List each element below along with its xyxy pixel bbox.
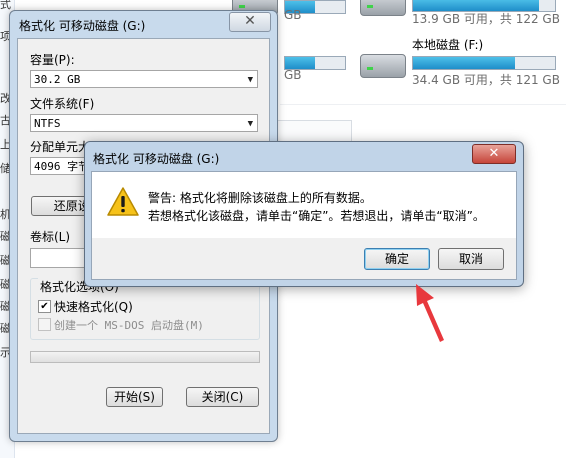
drive-space-info: GB [284,8,302,22]
divider [280,104,566,105]
nav-fragment[interactable]: 式 [0,0,11,12]
msdos-label: 创建一个 MS-DOS 启动盘(M) [54,319,204,332]
drive-space-info: 34.4 GB 可用，共 121 GB [412,73,560,87]
drive-name: 本地磁盘 (F:) [412,38,484,52]
chevron-down-icon: ▼ [247,75,253,85]
filesystem-value: NTFS [34,117,61,130]
close-button[interactable]: 关闭(C) [186,387,259,407]
capacity-value: 30.2 GB [34,73,81,86]
drive-usage-bar [412,56,556,70]
start-button[interactable]: 开始(S) [106,387,163,407]
warning-dialog-body: 警告: 格式化将删除该磁盘上的所有数据。 若想格式化该磁盘，请单击“确定”。若想… [91,171,517,280]
volume-label: 卷标(L) [30,230,71,244]
filesystem-label: 文件系统(F) [30,97,95,111]
drive-usage-fill [413,57,516,69]
format-progress-bar [30,351,260,363]
warning-dialog-title: 格式化 可移动磁盘 (G:) [93,152,220,166]
msdos-checkbox[interactable] [38,318,51,331]
format-dialog-title: 格式化 可移动磁盘 (G:) [19,19,146,33]
ok-button[interactable]: 确定 [364,248,430,270]
cancel-button[interactable]: 取消 [438,248,504,270]
warning-line-1: 警告: 格式化将删除该磁盘上的所有数据。 [148,191,372,205]
allocation-value: 4096 字节 [34,160,90,173]
format-dialog-close-button[interactable]: ✕ [229,12,271,32]
warning-message-area: 警告: 格式化将删除该磁盘上的所有数据。 若想格式化该磁盘，请单击“确定”。若想… [92,172,516,238]
warning-dialog: 格式化 可移动磁盘 (G:) ✕ 警告: 格式化将删除该磁盘上的所有数据。 若想… [84,141,524,287]
warning-dialog-close-button[interactable]: ✕ [472,144,516,164]
hard-drive-icon [360,54,406,78]
warning-icon [107,187,139,216]
checkmark-icon: ✔ [40,301,49,312]
chevron-down-icon: ▼ [247,119,253,129]
close-icon: ✕ [488,146,500,161]
filesystem-select[interactable]: NTFS ▼ [30,114,258,132]
capacity-select[interactable]: 30.2 GB ▼ [30,70,258,88]
quick-format-label: 快速格式化(Q) [54,300,133,314]
drive-space-info: 13.9 GB 可用，共 122 GB [412,12,560,26]
warning-line-2: 若想格式化该磁盘，请单击“确定”。若想退出，请单击“取消”。 [148,209,485,223]
close-icon: ✕ [244,13,256,29]
hard-drive-icon [360,0,406,16]
drive-space-info: GB [284,68,302,82]
quick-format-checkbox[interactable]: ✔ [38,300,51,313]
capacity-label: 容量(P): [30,53,75,67]
